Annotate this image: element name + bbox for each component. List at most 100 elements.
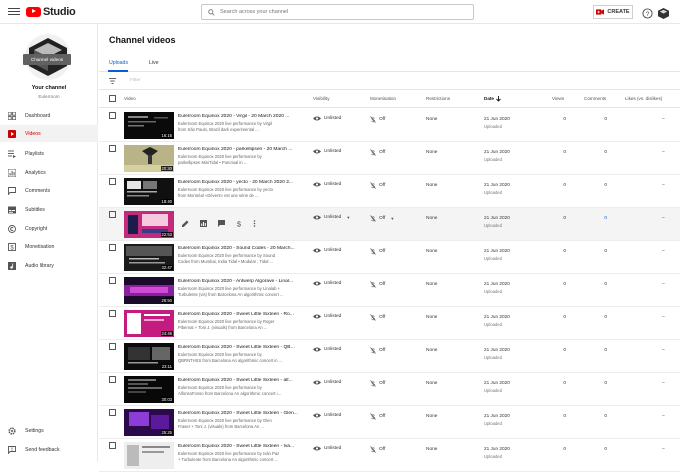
video-thumbnail[interactable]: 22:53 <box>124 210 174 238</box>
table-row[interactable]: 23:11 Eulerroom Equinox 2020 - Sweet Litt… <box>99 340 680 373</box>
sidebar-item-comments[interactable]: Comments <box>0 182 98 199</box>
monetisation-cell[interactable]: $Off <box>370 380 385 387</box>
monetisation-dollar-icon[interactable]: $ <box>236 220 242 227</box>
visibility-cell[interactable]: Unlisted <box>313 116 341 121</box>
sidebar-item-audio-library[interactable]: Audio library <box>0 257 98 274</box>
video-thumbnail[interactable]: 32:47 <box>124 243 174 271</box>
row-checkbox[interactable] <box>109 442 116 449</box>
monetisation-cell[interactable]: $Off <box>370 347 385 354</box>
video-title[interactable]: Eulerroom Equinox 2020 - Sweet Little Si… <box>178 312 298 317</box>
monetisation-cell[interactable]: $Off <box>370 182 385 189</box>
col-views[interactable]: Views <box>552 96 564 101</box>
row-checkbox[interactable] <box>109 310 116 317</box>
video-thumbnail[interactable]: 20:30 <box>124 144 174 172</box>
video-thumbnail[interactable]: 23:11 <box>124 342 174 370</box>
table-row[interactable]: 28:50 Eulerroom Equinox 2020 - Antwerp Al… <box>99 274 680 307</box>
video-thumbnail[interactable]: 25:25 <box>124 408 174 436</box>
select-all-checkbox[interactable] <box>109 95 116 102</box>
tab-live[interactable]: Live <box>149 60 159 66</box>
analytics-icon[interactable] <box>200 220 207 227</box>
sidebar-item-subtitles[interactable]: Subtitles <box>0 201 98 218</box>
table-row[interactable]: 25:25 Eulerroom Equinox 2020 - Sweet Litt… <box>99 406 680 439</box>
col-visibility[interactable]: Visibility <box>313 96 330 101</box>
menu-icon[interactable] <box>8 6 20 18</box>
table-row[interactable]: 24:46 Eulerroom Equinox 2020 - Sweet Litt… <box>99 307 680 340</box>
monetisation-cell[interactable]: $Off <box>370 281 385 288</box>
video-thumbnail[interactable]: 28:50 <box>124 276 174 304</box>
studio-logo[interactable]: Studio <box>26 6 76 18</box>
video-title[interactable]: Eulerroom Equinox 2020 - yecto - 20 Marc… <box>178 180 298 185</box>
monetisation-cell[interactable]: $Off <box>370 149 385 156</box>
visibility-cell[interactable]: Unlisted <box>313 248 341 253</box>
table-row[interactable]: Eulerroom Equinox 2020 - Sweet Little Si… <box>99 439 680 472</box>
video-title[interactable]: Eulerroom Equinox 2020 - Sweet Little Si… <box>178 411 298 416</box>
create-button[interactable]: CREATE <box>593 5 633 19</box>
monetisation-cell[interactable]: $Off <box>370 413 385 420</box>
table-row[interactable]: 16:16 Eulerroom Equinox 2020 - Virgil - 2… <box>99 109 680 142</box>
visibility-cell[interactable]: Unlisted <box>313 413 341 418</box>
sidebar-item-monetisation[interactable]: $ Monetisation <box>0 238 98 255</box>
help-icon[interactable]: ? <box>642 6 653 24</box>
monetisation-cell[interactable]: $Off <box>370 314 385 321</box>
video-title[interactable]: Eulerroom Equinox 2020 - Sweet Little Si… <box>178 444 298 449</box>
row-checkbox[interactable] <box>109 277 116 284</box>
sort-arrow-down-icon[interactable] <box>496 96 501 102</box>
visibility-cell[interactable]: Unlisted <box>313 314 341 319</box>
table-row[interactable]: 30:03 Eulerroom Equinox 2020 - Sweet Litt… <box>99 373 680 406</box>
video-thumbnail[interactable]: 16:16 <box>124 111 174 139</box>
monetisation-cell[interactable]: $Off <box>370 116 385 123</box>
filter-input[interactable]: Filter <box>130 78 141 83</box>
visibility-cell[interactable]: Unlisted ▼ <box>313 215 350 220</box>
visibility-cell[interactable]: Unlisted <box>313 149 341 154</box>
visibility-cell[interactable]: Unlisted <box>313 182 341 187</box>
monetisation-cell[interactable]: $Off ▼ <box>370 215 394 222</box>
account-avatar-icon[interactable] <box>658 6 669 24</box>
video-title[interactable]: Eulerroom Equinox 2020 - Antwerp Algorav… <box>178 279 298 284</box>
video-title[interactable]: Eulerroom Equinox 2020 - Sound Codes - 2… <box>178 246 298 251</box>
dropdown-caret-icon[interactable]: ▼ <box>346 215 350 220</box>
row-checkbox[interactable] <box>109 343 116 350</box>
more-options-icon[interactable] <box>253 220 256 227</box>
row-checkbox[interactable] <box>109 409 116 416</box>
col-monetisation[interactable]: Monetisation <box>370 96 396 101</box>
monetisation-cell[interactable]: $Off <box>370 446 385 453</box>
visibility-cell[interactable]: Unlisted <box>313 446 341 451</box>
visibility-cell[interactable]: Unlisted <box>313 281 341 286</box>
sidebar-item-send-feedback[interactable]: Send feedback <box>0 441 98 458</box>
channel-name[interactable]: Your channel <box>0 85 98 91</box>
row-checkbox[interactable] <box>109 244 116 251</box>
dropdown-caret-icon[interactable]: ▼ <box>390 216 394 221</box>
table-row[interactable]: 32:47 Eulerroom Equinox 2020 - Sound Code… <box>99 241 680 274</box>
comments-value[interactable]: 0 <box>595 216 607 221</box>
col-comments[interactable]: Comments <box>584 96 606 101</box>
video-title[interactable]: Eulerroom Equinox 2020 - parkellipsen - … <box>178 147 298 152</box>
video-thumbnail[interactable] <box>124 441 174 469</box>
visibility-cell[interactable]: Unlisted <box>313 380 341 385</box>
sidebar-item-dashboard[interactable]: Dashboard <box>0 107 98 124</box>
video-title[interactable]: Eulerroom Equinox 2020 - Sweet Little Si… <box>178 378 298 383</box>
sidebar-item-settings[interactable]: Settings <box>0 422 98 439</box>
filter-icon[interactable] <box>109 78 116 84</box>
visibility-cell[interactable]: Unlisted <box>313 347 341 352</box>
video-thumbnail[interactable]: 30:03 <box>124 375 174 403</box>
edit-pencil-icon[interactable] <box>182 220 189 227</box>
sidebar-item-playlists[interactable]: Playlists <box>0 145 98 162</box>
filter-bar[interactable]: Filter <box>99 72 680 90</box>
sidebar-item-copyright[interactable]: Copyright <box>0 220 98 237</box>
sidebar-item-videos[interactable]: Videos <box>0 125 98 142</box>
video-title[interactable]: Eulerroom Equinox 2020 - Sweet Little Si… <box>178 345 298 350</box>
table-row[interactable]: 22:53$Unlisted▼$Off▼None21 Jun 2020Uploa… <box>99 208 680 241</box>
table-row[interactable]: 20:30 Eulerroom Equinox 2020 - parkellips… <box>99 142 680 175</box>
search-input[interactable] <box>220 9 460 15</box>
video-thumbnail[interactable]: 18:40 <box>124 177 174 205</box>
row-checkbox[interactable] <box>109 376 116 383</box>
row-checkbox[interactable] <box>109 112 116 119</box>
tab-uploads[interactable]: Uploads <box>109 60 128 66</box>
table-row[interactable]: 18:40 Eulerroom Equinox 2020 - yecto - 20… <box>99 175 680 208</box>
comments-icon[interactable] <box>218 220 225 227</box>
search-box[interactable] <box>201 4 474 20</box>
video-title[interactable]: Eulerroom Equinox 2020 - Virgil - 20 Mar… <box>178 114 298 119</box>
sidebar-item-analytics[interactable]: Analytics <box>0 164 98 181</box>
row-checkbox[interactable] <box>109 145 116 152</box>
row-checkbox[interactable] <box>109 211 116 218</box>
